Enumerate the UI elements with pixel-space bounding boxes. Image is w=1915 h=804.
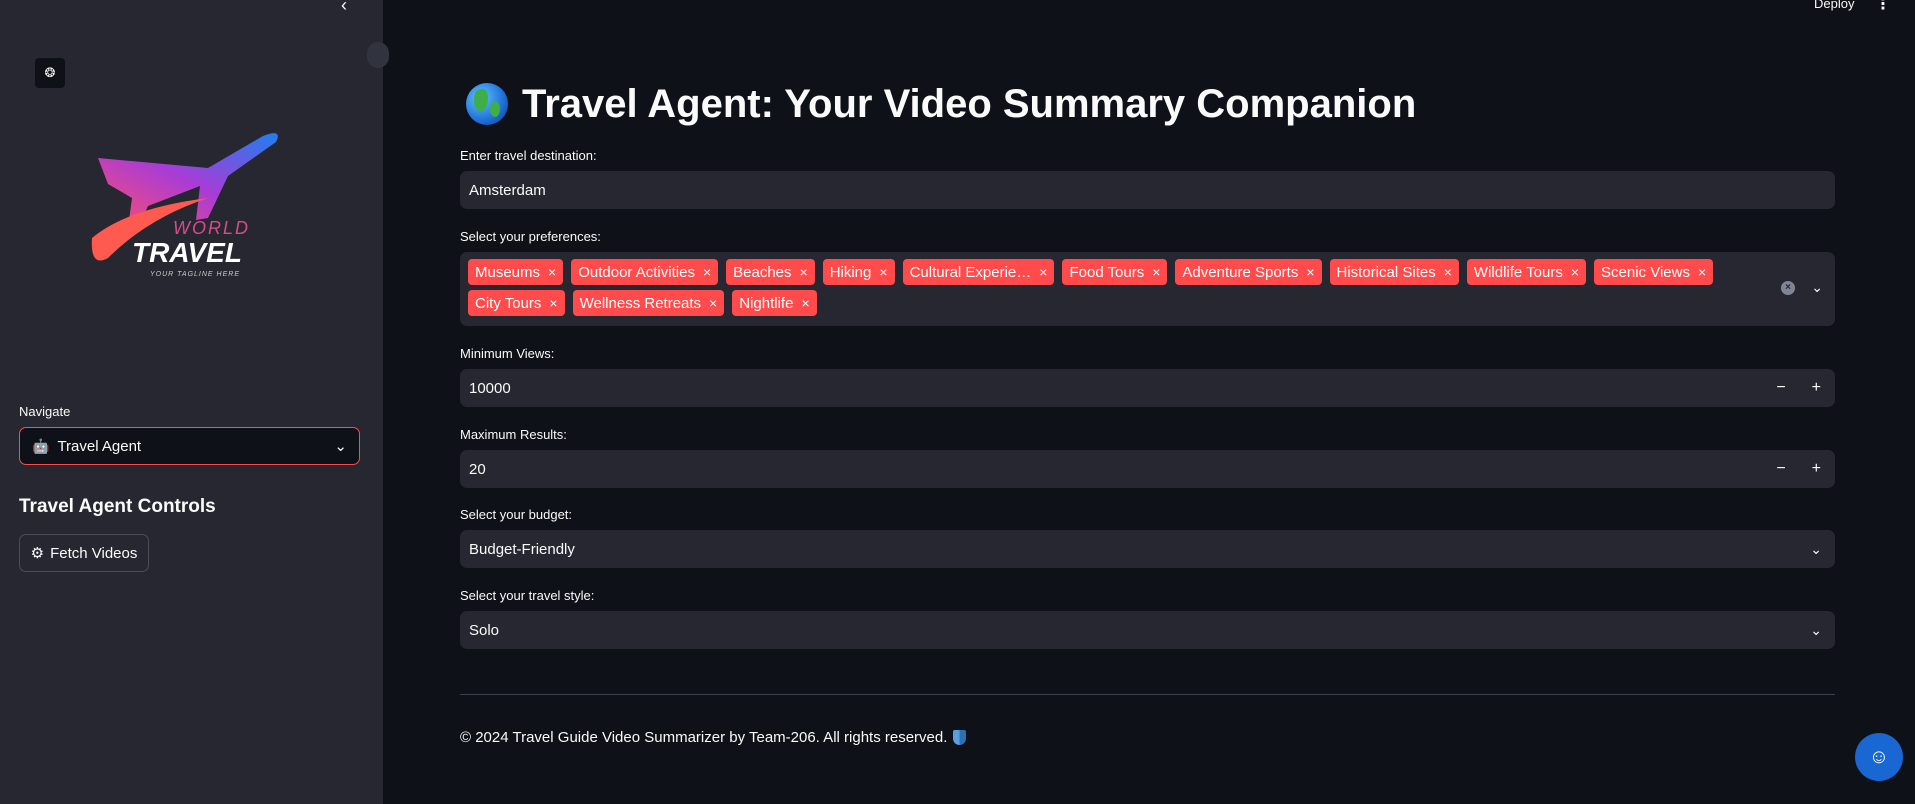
preferences-multiselect[interactable]: Museums × Outdoor Activities × Beaches × Hikin… — [460, 252, 1835, 326]
remove-tag-icon[interactable]: × — [1039, 264, 1047, 280]
remove-tag-icon[interactable]: × — [549, 295, 557, 311]
budget-label: Select your budget: — [460, 507, 573, 522]
remove-tag-icon[interactable]: × — [879, 264, 887, 280]
footer: © 2024 Travel Guide Video Summarizer by … — [460, 729, 967, 746]
remove-tag-icon[interactable]: × — [801, 295, 809, 311]
preference-tag-label: Nightlife — [739, 294, 794, 312]
app-logo-icon: ❂ — [35, 58, 65, 88]
shield-icon — [953, 730, 967, 745]
remove-tag-icon[interactable]: × — [1444, 264, 1452, 280]
navigate-label: Navigate — [19, 404, 71, 419]
gear-icon: ⚙ — [30, 545, 45, 562]
preference-tag[interactable]: Wildlife Tours × — [1466, 259, 1587, 285]
brand-top-text: WORLD — [173, 218, 250, 238]
preference-tag[interactable]: Nightlife × — [732, 290, 817, 316]
controls-title: Travel Agent Controls — [19, 496, 216, 517]
chevron-down-icon: ⌄ — [1810, 540, 1822, 557]
remove-tag-icon[interactable]: × — [703, 264, 711, 280]
sidebar-edge-handle[interactable] — [367, 42, 389, 68]
fetch-videos-button[interactable]: ⚙ Fetch Videos — [19, 534, 149, 572]
remove-tag-icon[interactable]: × — [1306, 264, 1314, 280]
max-results-label: Maximum Results: — [460, 427, 567, 442]
increment-button[interactable]: + — [1812, 460, 1821, 478]
collapse-sidebar-icon[interactable]: ‹ — [334, 0, 354, 14]
chat-assistant-button[interactable]: ☺ — [1855, 733, 1903, 781]
decrement-button[interactable]: − — [1776, 460, 1785, 478]
preference-tag-label: Scenic Views — [1601, 263, 1690, 281]
navigate-select[interactable]: 🤖 Travel Agent ⌄ — [19, 427, 360, 465]
destination-input[interactable]: Amsterdam — [460, 171, 1835, 209]
preference-tag[interactable]: Adventure Sports × — [1175, 259, 1322, 285]
max-results-value: 20 — [469, 460, 486, 478]
preference-tag-label: Cultural Experie… — [909, 263, 1032, 281]
chevron-down-icon[interactable]: ⌄ — [1811, 279, 1823, 296]
preference-tag-label: Hiking — [829, 263, 872, 281]
destination-label: Enter travel destination: — [460, 148, 597, 163]
robot-icon: 🤖 — [32, 437, 50, 454]
chevron-down-icon: ⌄ — [1810, 621, 1822, 638]
footer-text: © 2024 Travel Guide Video Summarizer by … — [460, 729, 948, 746]
destination-value: Amsterdam — [469, 181, 546, 199]
main-menu-icon[interactable]: ⋮ — [1875, 0, 1891, 14]
budget-value: Budget-Friendly — [469, 540, 575, 558]
increment-button[interactable]: + — [1812, 379, 1821, 397]
preference-tag[interactable]: City Tours × — [468, 290, 565, 316]
brand-tagline-text: YOUR TAGLINE HERE — [150, 271, 240, 278]
travel-style-select[interactable]: Solo ⌄ — [460, 611, 1835, 649]
preference-tag[interactable]: Historical Sites × — [1329, 259, 1459, 285]
preference-tag[interactable]: Museums × — [468, 259, 564, 285]
preference-tag[interactable]: Cultural Experie… × — [902, 259, 1055, 285]
preference-tag[interactable]: Hiking × — [822, 259, 895, 285]
preference-tag-label: Beaches — [733, 263, 792, 281]
globe-icon — [466, 83, 508, 125]
min-views-label: Minimum Views: — [460, 346, 555, 361]
preference-tag[interactable]: Food Tours × — [1062, 259, 1168, 285]
divider — [460, 694, 1835, 695]
preferences-label: Select your preferences: — [460, 229, 601, 244]
fetch-videos-label: Fetch Videos — [50, 544, 138, 562]
preference-tag[interactable]: Beaches × — [726, 259, 815, 285]
remove-tag-icon[interactable]: × — [709, 295, 717, 311]
preference-tag[interactable]: Scenic Views × — [1594, 259, 1714, 285]
remove-tag-icon[interactable]: × — [1571, 264, 1579, 280]
chat-bubble-icon: ☺ — [1868, 745, 1890, 768]
min-views-input[interactable]: 10000 − + — [460, 369, 1835, 407]
travel-style-label: Select your travel style: — [460, 588, 595, 603]
preference-tag-label: Wellness Retreats — [579, 294, 702, 312]
deploy-button[interactable]: Deploy — [1814, 0, 1854, 11]
remove-tag-icon[interactable]: × — [1152, 264, 1160, 280]
navigate-select-value: Travel Agent — [57, 437, 142, 455]
budget-select[interactable]: Budget-Friendly ⌄ — [460, 530, 1835, 568]
preference-tag-label: Food Tours — [1069, 263, 1145, 281]
sidebar: ‹ ❂ WORLD TRAVEL YOUR TAGLINE HERE Navig… — [0, 0, 383, 804]
page-title: Travel Agent: Your Video Summary Compani… — [466, 78, 1416, 130]
world-travel-logo: WORLD TRAVEL YOUR TAGLINE HERE — [91, 133, 278, 278]
preference-tag-label: Outdoor Activities — [578, 263, 695, 281]
preference-tag-label: Historical Sites — [1336, 263, 1436, 281]
chevron-down-icon: ⌄ — [334, 438, 347, 455]
clear-all-icon[interactable]: × — [1781, 281, 1795, 295]
preference-tag[interactable]: Outdoor Activities × — [571, 259, 719, 285]
brand-main-text: TRAVEL — [132, 237, 242, 268]
decrement-button[interactable]: − — [1776, 379, 1785, 397]
preference-tag[interactable]: Wellness Retreats × — [572, 290, 725, 316]
remove-tag-icon[interactable]: × — [548, 264, 556, 280]
max-results-input[interactable]: 20 − + — [460, 450, 1835, 488]
preference-tag-label: Wildlife Tours — [1473, 263, 1563, 281]
preference-tag-label: Adventure Sports — [1182, 263, 1299, 281]
page-title-text: Travel Agent: Your Video Summary Compani… — [522, 81, 1417, 126]
preference-tag-label: City Tours — [475, 294, 542, 312]
travel-style-value: Solo — [469, 621, 500, 639]
remove-tag-icon[interactable]: × — [800, 264, 808, 280]
remove-tag-icon[interactable]: × — [1698, 264, 1706, 280]
preference-tag-label: Museums — [475, 263, 541, 281]
min-views-value: 10000 — [469, 379, 511, 397]
